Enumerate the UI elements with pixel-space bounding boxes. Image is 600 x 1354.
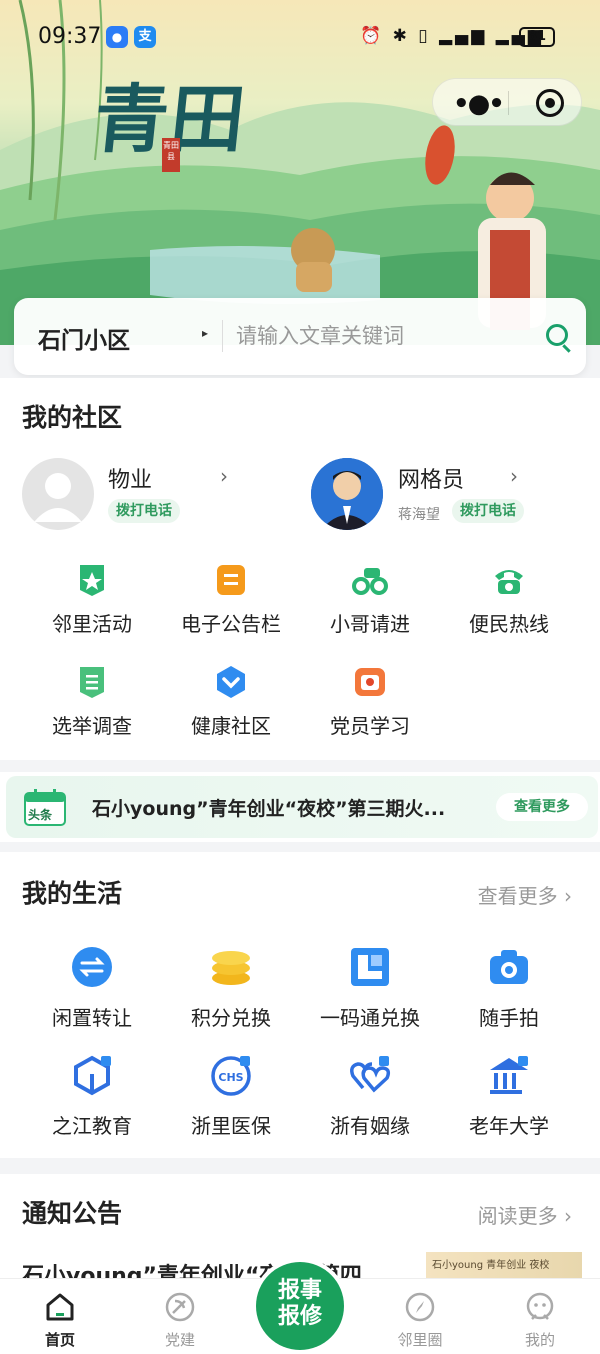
my-life-more-label: 查看更多 [477,884,558,908]
message-app-icon: ● [106,26,128,48]
life-label: 老年大学 [469,1114,549,1138]
headline-inner: 头条 石小young”青年创业“夜校”第三期火... 查看更多 [6,776,598,838]
home-icon [46,1293,74,1321]
star-badge-icon [80,565,104,596]
life-label: 浙里医保 [191,1114,271,1138]
more-menu-icon[interactable]: •●• [453,89,505,119]
grid-member-name: 蒋海望 [398,507,440,523]
service-label: 选举调查 [52,714,132,738]
tab-mine[interactable]: 我的 [480,1279,600,1354]
tab-party[interactable]: 党建 [120,1279,240,1354]
life-label: 闲置转让 [52,1006,132,1030]
service-label: 健康社区 [191,714,271,738]
notices-more-link[interactable]: 阅读更多 › [478,1200,572,1229]
logo-seal: 青田县 [162,138,180,172]
camera-icon [490,950,528,984]
service-label: 电子公告栏 [181,612,281,636]
hero-banner: 09:37 ● 支 ⏰ ✱ ▯ ▂▄▆ ▂▄▆ 81 青田 青田县 •●• [0,0,600,345]
my-life-title: 我的生活 [22,874,122,910]
community-selector[interactable]: 石门小区 [38,321,130,355]
party-study-icon [355,668,385,696]
property-avatar[interactable] [22,458,94,530]
headline-text[interactable]: 石小young”青年创业“夜校”第三期火... [92,794,492,821]
alipay-icon: 支 [134,26,156,48]
life-label: 随手拍 [479,1006,539,1030]
phone-icon [495,570,523,594]
chevron-right-icon[interactable]: › [220,464,228,488]
service-label: 邻里活动 [52,612,132,636]
grid-member-call-button[interactable]: 拨打电话 [452,499,524,523]
tab-neighbors[interactable]: 邻里圈 [360,1279,480,1354]
close-miniprogram-icon[interactable] [536,89,564,117]
search-divider [222,320,223,352]
notice-board-icon [217,565,245,595]
property-name[interactable]: 物业 [108,462,152,494]
university-icon [490,1056,528,1094]
headline-more-button[interactable]: 查看更多 [496,793,588,821]
life-label: 之江教育 [52,1114,132,1138]
party-emblem-icon [165,1292,195,1322]
tab-home-label: 首页 [44,1331,75,1349]
hearts-icon [350,1056,391,1093]
default-avatar-icon [34,473,82,522]
notices-more-label: 阅读更多 [477,1204,558,1228]
coins-icon [212,951,250,985]
headline-badge: 头条 [28,808,53,822]
community-dropdown-icon[interactable]: ▸ [202,326,208,340]
status-bar: 09:37 ● 支 ⏰ ✱ ▯ ▂▄▆ ▂▄▆ 81 [0,20,600,56]
chevron-right-icon[interactable]: › [510,464,518,488]
tab-party-label: 党建 [164,1331,195,1349]
my-community-card: 我的社区 物业 › 拨打电话 网格员 › 蒋海望 拨打电话 邻里活动 电子公告栏… [0,378,600,760]
battery-indicator: 81 [519,27,555,47]
svg-text:CHS: CHS [218,1071,243,1084]
survey-icon [80,667,104,698]
my-community-title: 我的社区 [22,398,122,434]
profile-face-icon [526,1292,554,1320]
tab-neighbors-label: 邻里圈 [397,1331,443,1349]
health-shield-icon [217,666,245,698]
courier-icon [352,568,388,595]
notices-title: 通知公告 [22,1194,122,1230]
grid-member-title[interactable]: 网格员 [398,462,464,494]
report-repair-line1: 报事 [277,1278,322,1303]
capsule-divider [508,91,509,115]
life-label: 积分兑换 [191,1006,271,1030]
tab-home[interactable]: 首页 [0,1279,120,1354]
grid-member-avatar[interactable] [311,458,383,530]
property-call-button[interactable]: 拨打电话 [108,499,180,523]
report-repair-button[interactable]: 报事 报修 [256,1262,344,1350]
grid-member-photo [311,458,383,530]
signal-icons: ⏰ ✱ ▯ ▂▄▆ ▂▄▆ [360,26,544,46]
education-icon [74,1055,111,1096]
service-label: 小哥请进 [330,612,410,636]
my-life-more-link[interactable]: 查看更多 › [478,880,572,909]
search-input[interactable] [236,318,526,354]
miniprogram-capsule: •●• [432,78,582,126]
tab-mine-label: 我的 [524,1331,555,1349]
qr-code-icon [351,948,389,986]
compass-icon [405,1292,435,1322]
report-repair-line2: 报修 [277,1304,322,1329]
my-life-card: 我的生活 查看更多 › 闲置转让 积分兑换 一码通兑换 随手拍 之江教育 CHS… [0,852,600,1158]
service-label: 便民热线 [469,612,549,636]
exchange-icon [72,947,112,987]
life-label: 浙有姻缘 [330,1114,410,1138]
status-time: 09:37 [38,24,102,49]
medical-insurance-icon: CHS [211,1056,251,1096]
search-icon[interactable] [546,324,568,346]
headline-banner[interactable]: 头条 石小young”青年创业“夜校”第三期火... 查看更多 [0,772,600,842]
search-bar: 石门小区 ▸ [14,298,586,375]
service-label: 党员学习 [330,714,410,738]
life-label: 一码通兑换 [320,1006,420,1030]
